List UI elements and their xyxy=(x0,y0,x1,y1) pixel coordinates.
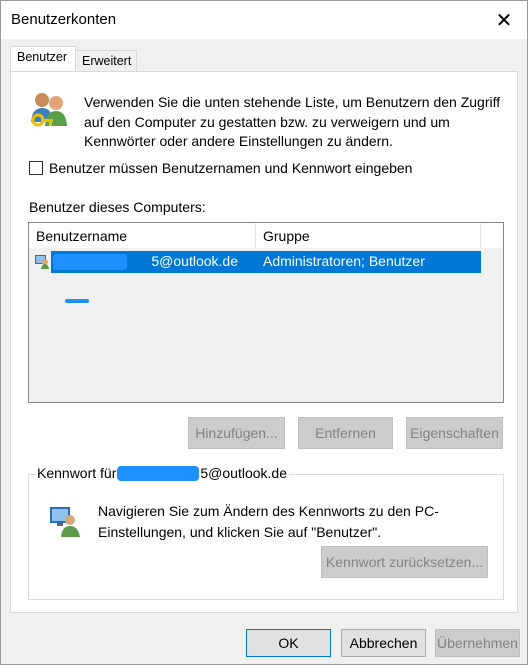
reset-password-button[interactable]: Kennwort zurücksetzen... xyxy=(321,546,488,578)
password-groupbox: Kennwort für 5@outlook.de Navigieren Sie… xyxy=(28,465,504,600)
users-list-label: Benutzer dieses Computers: xyxy=(29,199,206,215)
require-login-checkbox[interactable] xyxy=(29,161,43,175)
user-account-icon xyxy=(35,255,49,269)
close-button[interactable]: ✕ xyxy=(481,1,527,39)
require-login-checkbox-row[interactable]: Benutzer müssen Benutzernamen und Kennwo… xyxy=(29,160,412,176)
password-help-text: Navigieren Sie zum Ändern des Kennworts … xyxy=(98,503,439,540)
intro-text: Verwenden Sie die unten stehende Liste, … xyxy=(84,94,501,149)
users-listview[interactable]: Benutzername Gruppe 5@outlook.de Adminis… xyxy=(28,222,504,403)
cell-group: Administratoren; Benutzer xyxy=(256,251,481,273)
close-icon: ✕ xyxy=(495,9,513,32)
legend-prefix: Kennwort für xyxy=(37,465,117,481)
redaction-mark xyxy=(65,299,89,303)
redaction-mark xyxy=(117,465,200,481)
tab-benutzer[interactable]: Benutzer xyxy=(10,46,76,71)
listview-header: Benutzername Gruppe xyxy=(29,223,503,248)
title-bar: Benutzerkonten ✕ xyxy=(1,1,527,39)
ok-button[interactable]: OK xyxy=(246,629,331,657)
remove-user-button[interactable]: Entfernen xyxy=(298,417,393,449)
properties-button[interactable]: Eigenschaften xyxy=(406,417,503,449)
users-key-icon xyxy=(31,93,67,127)
redaction-mark xyxy=(53,254,127,270)
require-login-label: Benutzer müssen Benutzernamen und Kennwo… xyxy=(49,160,413,176)
legend-suffix: 5@outlook.de xyxy=(200,465,287,481)
password-group-legend: Kennwort für 5@outlook.de xyxy=(35,465,289,481)
tab-erweitert[interactable]: Erweitert xyxy=(75,50,137,72)
cancel-button[interactable]: Abbrechen xyxy=(341,629,426,657)
apply-button[interactable]: Übernehmen xyxy=(435,629,520,657)
column-header-username[interactable]: Benutzername xyxy=(29,223,256,248)
tab-panel-benutzer: Verwenden Sie die unten stehende Liste, … xyxy=(10,71,518,613)
table-row[interactable]: 5@outlook.de Administratoren; Benutzer xyxy=(29,251,481,273)
user-computer-icon xyxy=(50,507,80,537)
window-title: Benutzerkonten xyxy=(11,11,117,28)
username-text: 5@outlook.de xyxy=(151,253,238,269)
add-user-button[interactable]: Hinzufügen... xyxy=(188,417,285,449)
column-header-group[interactable]: Gruppe xyxy=(256,223,481,248)
user-accounts-dialog: Benutzerkonten ✕ Benutzer Erweitert Verw… xyxy=(0,0,528,665)
